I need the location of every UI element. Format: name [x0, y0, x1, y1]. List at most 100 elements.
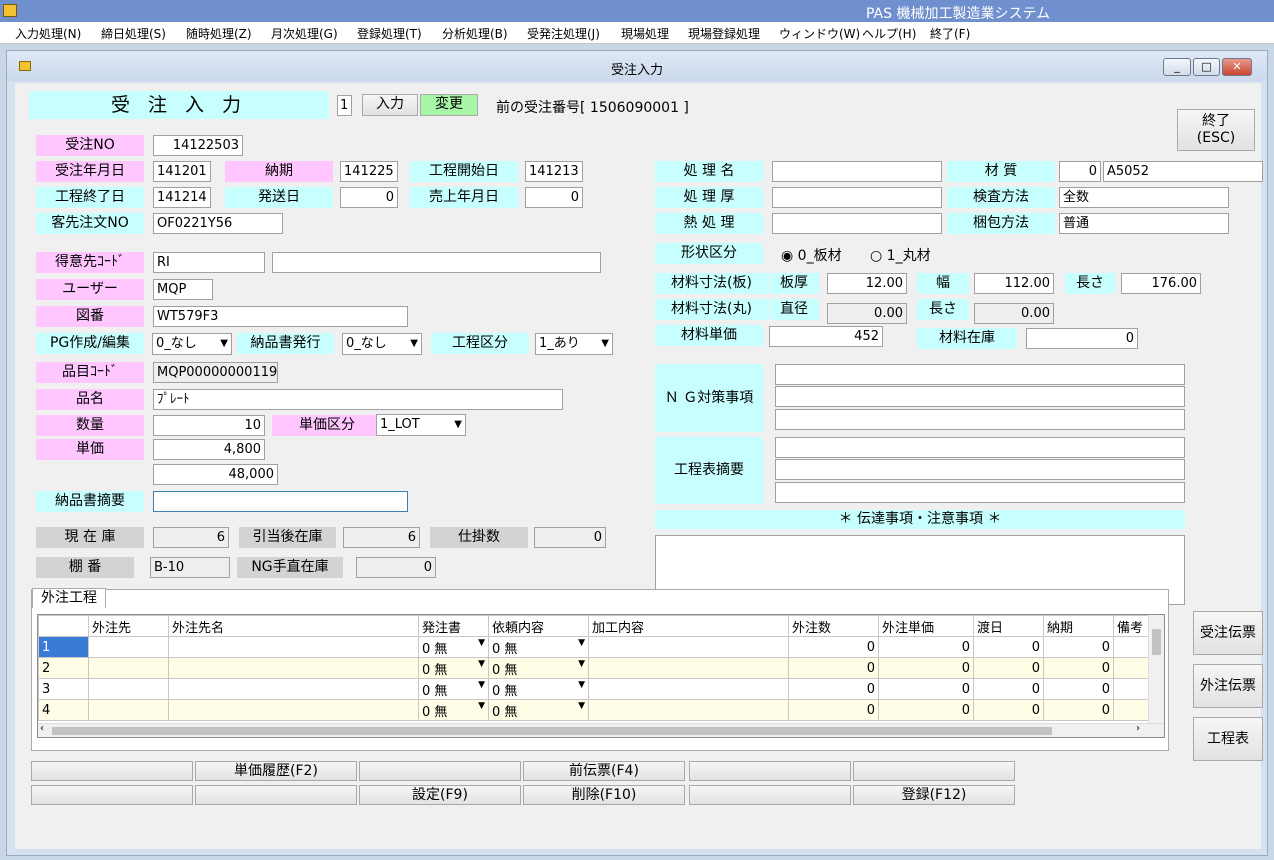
material-field[interactable]: A5052	[1103, 161, 1263, 182]
table-cell[interactable]: 0	[973, 636, 1044, 658]
end-button[interactable]: 終了 (ESC)	[1177, 109, 1255, 151]
delivery-field[interactable]: 141225	[340, 161, 398, 182]
shape-radio-plate[interactable]: ◉ 0_板材	[781, 245, 842, 265]
table-row[interactable]: 40 無 ▼ 0 無 ▼ 0 0 0 0	[38, 699, 1154, 721]
change-mode-button[interactable]: 変更	[420, 94, 478, 116]
menu-exit[interactable]: 終了(F)	[930, 25, 970, 42]
table-cell[interactable]	[168, 678, 419, 700]
table-cell[interactable]: 0 無 ▼	[418, 657, 489, 679]
table-cell[interactable]: 0 無 ▼	[488, 678, 589, 700]
proc-note-field-1[interactable]	[775, 437, 1185, 458]
order-date-field[interactable]: 141201	[153, 161, 211, 182]
maximize-button[interactable]: □	[1193, 58, 1220, 76]
table-cell[interactable]: 0	[788, 657, 879, 679]
table-cell[interactable]	[588, 657, 789, 679]
fkey-f1[interactable]	[31, 761, 193, 781]
process-sheet-button[interactable]: 工程表	[1193, 717, 1263, 761]
fkey-f3[interactable]	[359, 761, 521, 781]
menu-site-register[interactable]: 現場登録処理	[688, 25, 760, 42]
table-cell[interactable]	[88, 636, 169, 658]
close-button[interactable]: ✕	[1222, 58, 1252, 76]
table-cell[interactable]	[588, 678, 789, 700]
item-name-field[interactable]: ﾌﾟﾚｰﾄ	[153, 389, 563, 410]
table-cell[interactable]: 0	[973, 657, 1044, 679]
scroll-left-icon[interactable]: ‹	[40, 723, 44, 734]
qty-field[interactable]: 10	[153, 415, 265, 436]
menu-window[interactable]: ウィンドウ(W)	[779, 25, 860, 42]
table-cell[interactable]: 0 無 ▼	[488, 657, 589, 679]
table-cell[interactable]: 0	[973, 678, 1044, 700]
ng-measures-field-3[interactable]	[775, 409, 1185, 430]
menu-help[interactable]: ヘルプ(H)	[862, 25, 916, 42]
menu-analysis[interactable]: 分析処理(B)	[442, 25, 508, 42]
minimize-button[interactable]: _	[1163, 58, 1191, 76]
fkey-f6[interactable]	[853, 761, 1015, 781]
menu-register[interactable]: 登録処理(T)	[357, 25, 422, 42]
delete-button[interactable]: 削除(F10)	[523, 785, 685, 805]
inspect-field[interactable]: 全数	[1059, 187, 1229, 208]
ship-date-field[interactable]: 0	[340, 187, 398, 208]
fkey-f11[interactable]	[689, 785, 851, 805]
column-header[interactable]: 外注数	[788, 615, 879, 637]
proc-thick-field[interactable]	[772, 187, 942, 208]
column-header[interactable]: 外注先名	[168, 615, 419, 637]
proc-name-field[interactable]	[772, 161, 942, 182]
fkey-f5[interactable]	[689, 761, 851, 781]
order-slip-button[interactable]: 受注伝票	[1193, 611, 1263, 655]
price-field[interactable]: 4,800	[153, 439, 265, 460]
user-field[interactable]: MQP	[153, 279, 213, 300]
v-scrollbar[interactable]	[1148, 615, 1164, 723]
table-cell[interactable]: 0	[788, 678, 879, 700]
drawing-field[interactable]: WT579F3	[153, 306, 408, 327]
proc-note-field-3[interactable]	[775, 482, 1185, 503]
table-cell[interactable]: 0 無 ▼	[418, 636, 489, 658]
dn-note-field[interactable]	[153, 491, 408, 512]
plate-length-field[interactable]: 176.00	[1121, 273, 1201, 294]
table-cell[interactable]: 0	[878, 699, 974, 721]
column-header[interactable]	[38, 615, 89, 637]
table-cell[interactable]: 0 無 ▼	[418, 699, 489, 721]
table-cell[interactable]	[588, 636, 789, 658]
table-cell[interactable]: 0 無 ▼	[418, 678, 489, 700]
dn-issue-select[interactable]: 0_なし ▼	[342, 333, 422, 355]
plate-thick-field[interactable]: 12.00	[827, 273, 907, 294]
ng-measures-field-2[interactable]	[775, 386, 1185, 407]
menu-input[interactable]: 入力処理(N)	[15, 25, 81, 42]
pack-field[interactable]: 普通	[1059, 213, 1229, 234]
table-cell[interactable]: 0 無 ▼	[488, 699, 589, 721]
table-cell[interactable]	[168, 657, 419, 679]
table-cell[interactable]: 0	[878, 636, 974, 658]
column-header[interactable]: 渡日	[973, 615, 1044, 637]
table-cell[interactable]: 0	[1043, 657, 1114, 679]
tab-outsource[interactable]: 外注工程	[32, 588, 106, 608]
sales-date-field[interactable]: 0	[525, 187, 583, 208]
table-row[interactable]: 20 無 ▼ 0 無 ▼ 0 0 0 0	[38, 657, 1154, 679]
ng-measures-field-1[interactable]	[775, 364, 1185, 385]
outsource-slip-button[interactable]: 外注伝票	[1193, 664, 1263, 708]
column-header[interactable]: 外注単価	[878, 615, 974, 637]
mat-price-field[interactable]: 452	[769, 326, 883, 347]
table-cell[interactable]	[588, 699, 789, 721]
table-cell[interactable]	[168, 636, 419, 658]
table-cell[interactable]: 0 無 ▼	[488, 636, 589, 658]
table-cell[interactable]: 0	[1043, 678, 1114, 700]
scroll-right-icon[interactable]: ›	[1136, 723, 1140, 734]
menu-orders[interactable]: 受発注処理(J)	[527, 25, 600, 42]
table-row[interactable]: 10 無 ▼ 0 無 ▼ 0 0 0 0	[38, 636, 1154, 658]
h-scrollbar[interactable]: ‹ ›	[38, 723, 1164, 737]
material-code-field[interactable]: 0	[1059, 161, 1101, 182]
table-cell[interactable]: 0	[1043, 636, 1114, 658]
table-cell[interactable]: 0	[788, 636, 879, 658]
column-header[interactable]: 依頼内容	[488, 615, 589, 637]
register-button[interactable]: 登録(F12)	[853, 785, 1015, 805]
shape-radio-round[interactable]: ○ 1_丸材	[870, 245, 931, 265]
heat-field[interactable]	[772, 213, 942, 234]
proc-start-field[interactable]: 141213	[525, 161, 583, 182]
proc-note-field-2[interactable]	[775, 459, 1185, 480]
table-cell[interactable]	[168, 699, 419, 721]
h-scroll-thumb[interactable]	[52, 727, 1052, 735]
unit-class-select[interactable]: 1_LOT ▼	[376, 414, 466, 436]
menu-closing[interactable]: 締日処理(S)	[101, 25, 166, 42]
fkey-f8[interactable]	[195, 785, 357, 805]
order-no-field[interactable]: 14122503	[153, 135, 243, 156]
